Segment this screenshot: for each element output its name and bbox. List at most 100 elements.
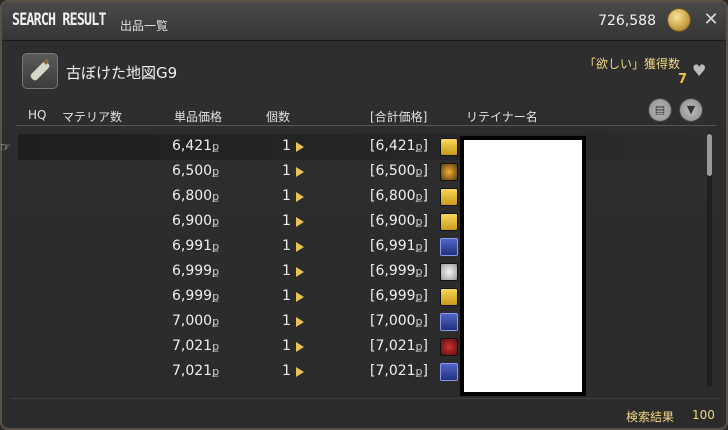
arrow-right-icon	[296, 142, 304, 152]
listing-row[interactable]: 6,900ք 1 [6,900ք]	[18, 209, 702, 235]
gil-symbol: ք	[212, 165, 220, 178]
gil-symbol: ք	[415, 315, 423, 328]
gil-symbol: ք	[415, 215, 423, 228]
total-price: [6,800ք]	[370, 188, 429, 204]
footer-divider	[10, 398, 720, 399]
listing-row[interactable]: 6,999ք 1 [6,999ք]	[18, 284, 702, 310]
quantity: 1	[282, 363, 291, 379]
column-quantity[interactable]: 個数	[266, 108, 290, 125]
total-price: [7,000ք]	[370, 313, 429, 329]
search-result-label: 検索結果	[626, 410, 675, 424]
column-total-price[interactable]: [合計価格]	[370, 108, 427, 125]
gil-symbol: ք	[415, 265, 423, 278]
listing-row[interactable]: 6,421ք 1 [6,421ք]	[18, 134, 702, 160]
retainer-city-icon	[440, 188, 458, 206]
total-price: [6,500ք]	[370, 163, 429, 179]
arrow-right-icon	[296, 317, 304, 327]
gil-symbol: ք	[415, 365, 423, 378]
hand-pointer-icon: ☞	[0, 140, 11, 154]
gil-symbol: ք	[212, 190, 220, 203]
listing-row[interactable]: 7,021ք 1 [7,021ք]	[18, 334, 702, 360]
quantity: 1	[282, 263, 291, 279]
column-hq[interactable]: HQ	[28, 108, 46, 122]
arrow-right-icon	[296, 167, 304, 177]
search-result-count: 100	[692, 408, 715, 422]
wanted-label: 「欲しい」獲得数	[584, 57, 681, 71]
retainer-city-icon	[440, 238, 458, 256]
gil-symbol: ք	[212, 290, 220, 303]
retainer-city-icon	[440, 263, 458, 281]
listing-row[interactable]: 6,999ք 1 [6,999ք]	[18, 259, 702, 285]
gil-symbol: ք	[212, 365, 220, 378]
listing-row[interactable]: 6,500ք 1 [6,500ք]	[18, 159, 702, 185]
total-price: [6,999ք]	[370, 263, 429, 279]
unit-price: 6,421ք	[172, 138, 220, 154]
gil-symbol: ք	[415, 240, 423, 253]
quantity: 1	[282, 338, 291, 354]
arrow-right-icon	[296, 342, 304, 352]
listing-row[interactable]: 7,021ք 1 [7,021ք]	[18, 359, 702, 385]
close-icon[interactable]: ✕	[700, 9, 722, 31]
unit-price: 6,800ք	[172, 188, 220, 204]
window-title: SEARCH RESULT	[12, 10, 106, 30]
unit-price: 7,021ք	[172, 338, 220, 354]
arrow-right-icon	[296, 217, 304, 227]
retainer-city-icon	[440, 288, 458, 306]
gil-amount: 726,588	[598, 13, 656, 29]
gil-symbol: ք	[212, 215, 220, 228]
quantity: 1	[282, 188, 291, 204]
total-price: [6,900ք]	[370, 213, 429, 229]
arrow-right-icon	[296, 292, 304, 302]
total-price: [6,999ք]	[370, 288, 429, 304]
listing-row[interactable]: 7,000ք 1 [7,000ք]	[18, 309, 702, 335]
gil-coin-icon	[668, 9, 690, 31]
gil-symbol: ք	[212, 315, 220, 328]
column-retainer[interactable]: リテイナー名	[466, 108, 538, 125]
list-divider	[16, 125, 716, 126]
column-materia[interactable]: マテリア数	[62, 108, 122, 125]
unit-price: 6,999ք	[172, 288, 220, 304]
quantity: 1	[282, 238, 291, 254]
quantity: 1	[282, 313, 291, 329]
heart-icon[interactable]: ♥	[692, 62, 710, 80]
total-price: [6,991ք]	[370, 238, 429, 254]
unit-price: 6,500ք	[172, 163, 220, 179]
retainer-city-icon	[440, 138, 458, 156]
unit-price: 6,999ք	[172, 263, 220, 279]
total-price: [6,421ք]	[370, 138, 429, 154]
unit-price: 6,991ք	[172, 238, 220, 254]
wanted-count: 7	[678, 72, 688, 87]
gil-symbol: ք	[212, 140, 220, 153]
scrollbar-thumb[interactable]	[707, 134, 712, 176]
filter-icon[interactable]: ▼	[680, 99, 702, 121]
map-item-icon	[22, 53, 58, 89]
title-bar[interactable]: SEARCH RESULT 出品一覧 726,588 ✕	[2, 2, 726, 41]
listing-row[interactable]: 6,991ք 1 [6,991ք]	[18, 234, 702, 260]
total-price: [7,021ք]	[370, 363, 429, 379]
retainer-city-icon	[440, 213, 458, 231]
gil-symbol: ք	[415, 290, 423, 303]
listing-row[interactable]: 6,800ք 1 [6,800ք]	[18, 184, 702, 210]
arrow-right-icon	[296, 192, 304, 202]
retainer-city-icon	[440, 313, 458, 331]
gil-symbol: ք	[415, 165, 423, 178]
unit-price: 6,900ք	[172, 213, 220, 229]
history-icon[interactable]: ▤	[649, 99, 671, 121]
quantity: 1	[282, 288, 291, 304]
item-name: 古ぼけた地図G9	[66, 64, 178, 82]
total-price: [7,021ք]	[370, 338, 429, 354]
arrow-right-icon	[296, 367, 304, 377]
window-subtitle: 出品一覧	[120, 19, 169, 33]
arrow-right-icon	[296, 242, 304, 252]
search-result-window: SEARCH RESULT 出品一覧 726,588 ✕ 古ぼけた地図G9 「欲…	[0, 0, 728, 430]
gil-symbol: ք	[212, 340, 220, 353]
column-unit-price[interactable]: 単品価格	[174, 108, 222, 125]
retainer-city-icon	[440, 338, 458, 356]
arrow-right-icon	[296, 267, 304, 277]
quantity: 1	[282, 138, 291, 154]
unit-price: 7,000ք	[172, 313, 220, 329]
gil-symbol: ք	[212, 240, 220, 253]
quantity: 1	[282, 163, 291, 179]
quantity: 1	[282, 213, 291, 229]
unit-price: 7,021ք	[172, 363, 220, 379]
